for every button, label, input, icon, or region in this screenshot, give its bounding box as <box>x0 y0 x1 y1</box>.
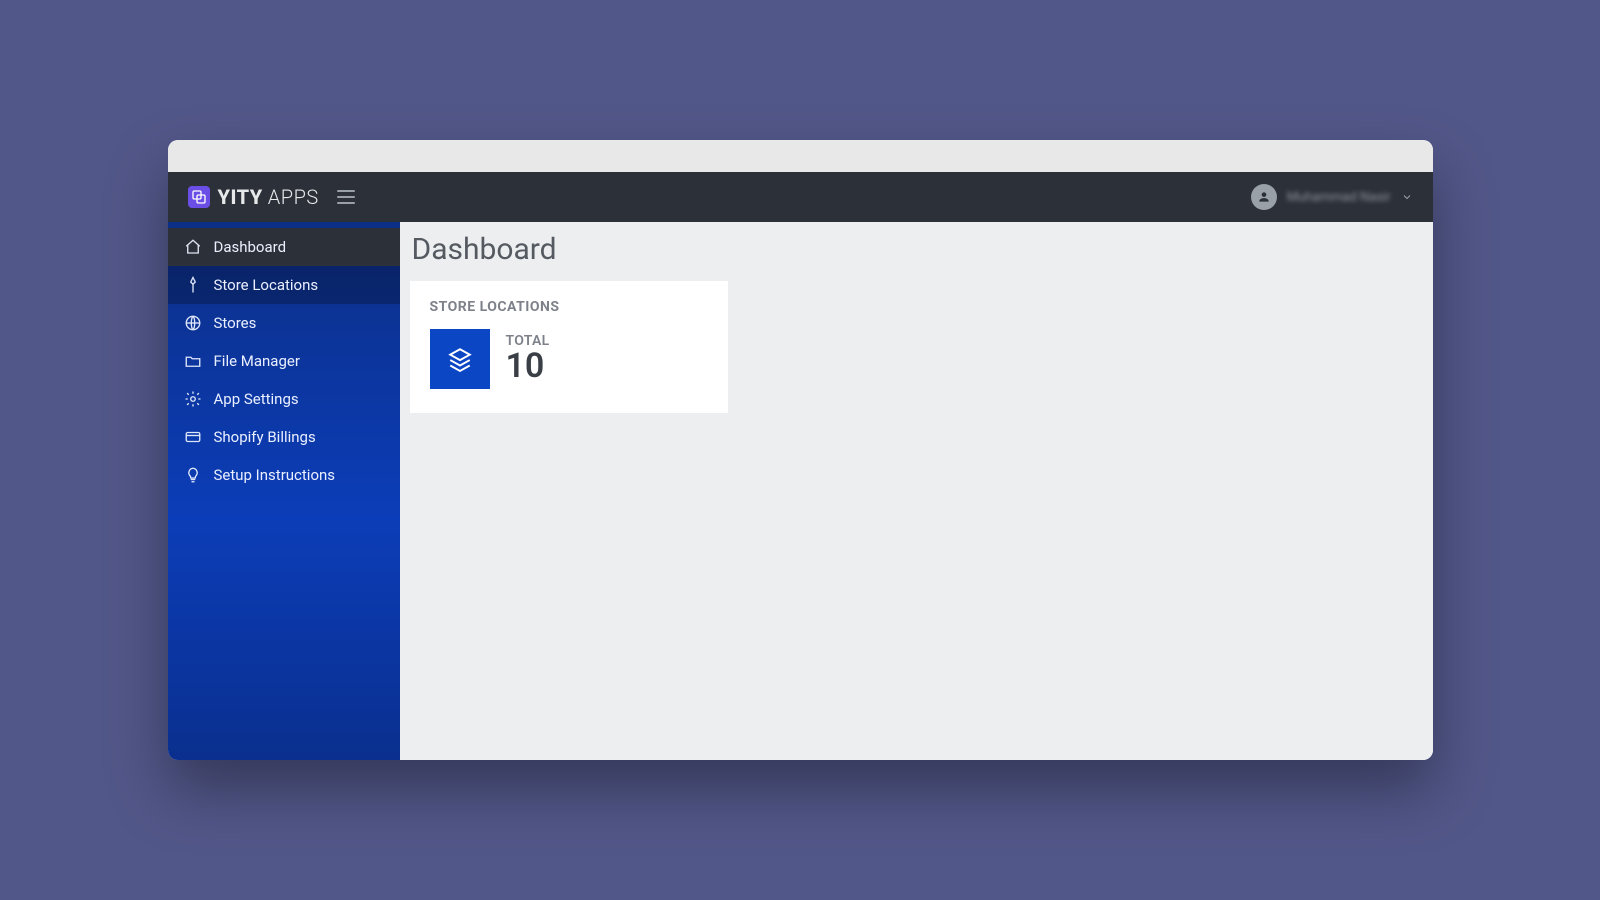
folder-icon <box>184 352 202 370</box>
user-display-name: Muhammad Nasir <box>1287 190 1391 205</box>
main-content: Dashboard STORE LOCATIONS TOTAL 10 <box>400 222 1433 760</box>
sidebar-item-stores[interactable]: Stores <box>168 304 400 342</box>
globe-icon <box>184 314 202 332</box>
user-menu[interactable]: Muhammad Nasir <box>1251 184 1413 210</box>
credit-card-icon <box>184 428 202 446</box>
sidebar-toggle-button[interactable] <box>337 190 355 204</box>
lightbulb-icon <box>184 466 202 484</box>
sidebar-item-dashboard[interactable]: Dashboard <box>168 228 400 266</box>
gear-icon <box>184 390 202 408</box>
sidebar-item-store-locations[interactable]: Store Locations <box>168 266 400 304</box>
sidebar-item-label: Setup Instructions <box>214 466 336 484</box>
sidebar-item-label: Store Locations <box>214 276 319 294</box>
brand-name-light: APPS <box>268 185 319 209</box>
sidebar-item-shopify-billings[interactable]: Shopify Billings <box>168 418 400 456</box>
home-icon <box>184 238 202 256</box>
topbar: YITY APPS Muhammad Nasir <box>168 172 1433 222</box>
layers-icon <box>430 329 490 389</box>
brand: YITY APPS <box>188 185 319 209</box>
stat-body: TOTAL 10 <box>430 329 708 389</box>
app-window: YITY APPS Muhammad Nasir Dashboard <box>168 140 1433 760</box>
sidebar-item-label: Shopify Billings <box>214 428 316 446</box>
sidebar-item-file-manager[interactable]: File Manager <box>168 342 400 380</box>
sidebar: Dashboard Store Locations Stores File Ma… <box>168 222 400 760</box>
sidebar-item-label: App Settings <box>214 390 299 408</box>
brand-logo-icon <box>188 186 210 208</box>
stat-card-store-locations: STORE LOCATIONS TOTAL 10 <box>410 281 728 413</box>
stat-texts: TOTAL 10 <box>506 333 550 385</box>
sidebar-item-setup-instructions[interactable]: Setup Instructions <box>168 456 400 494</box>
avatar <box>1251 184 1277 210</box>
pin-icon <box>184 276 202 294</box>
chevron-down-icon <box>1401 188 1413 207</box>
sidebar-item-label: Stores <box>214 314 257 332</box>
sidebar-item-label: Dashboard <box>214 238 287 256</box>
sidebar-item-label: File Manager <box>214 352 300 370</box>
stat-value: 10 <box>506 349 550 385</box>
brand-name-bold: YITY <box>218 185 263 209</box>
page-title: Dashboard <box>412 232 1423 267</box>
sidebar-item-app-settings[interactable]: App Settings <box>168 380 400 418</box>
browser-chrome <box>168 140 1433 172</box>
content-row: Dashboard Store Locations Stores File Ma… <box>168 222 1433 760</box>
card-header: STORE LOCATIONS <box>430 299 708 315</box>
brand-text: YITY APPS <box>218 185 319 209</box>
